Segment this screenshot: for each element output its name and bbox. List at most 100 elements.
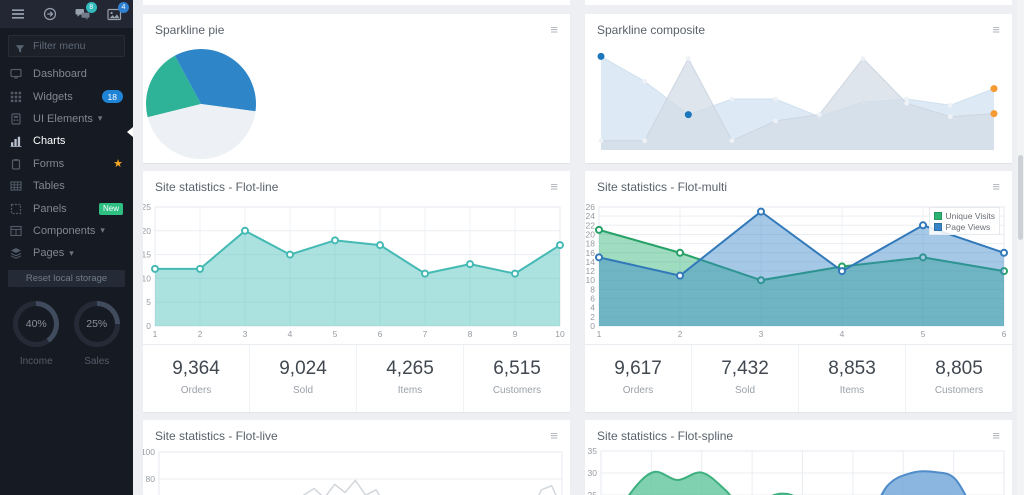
svg-text:5: 5	[146, 297, 151, 307]
svg-text:0: 0	[590, 321, 595, 331]
arrow-circle-icon	[43, 7, 57, 21]
vertical-scrollbar[interactable]	[1017, 0, 1024, 495]
svg-text:20: 20	[586, 229, 596, 239]
panel-menu-icon[interactable]: ≡	[550, 431, 558, 441]
panel-menu-icon[interactable]: ≡	[550, 25, 558, 35]
panel-header: Site statistics - Flot-line ≡	[143, 171, 570, 199]
panel-menu-icon[interactable]: ≡	[550, 182, 558, 192]
sidebar-item-label: Charts	[33, 135, 65, 147]
stat-orders: 9,617 Orders	[585, 345, 691, 412]
panel-header: Site statistics - Flot-spline ≡	[585, 420, 1012, 448]
reset-local-storage-button[interactable]: Reset local storage	[8, 270, 125, 287]
svg-text:12: 12	[586, 266, 596, 276]
svg-text:25: 25	[588, 490, 598, 495]
scrollbar-thumb[interactable]	[1018, 155, 1023, 240]
nav-shortcut-button[interactable]	[40, 6, 60, 22]
panel-flot-line: Site statistics - Flot-line ≡ 0510152025…	[143, 171, 570, 412]
sidebar-gauges: 40% Income 25% Sales	[0, 301, 133, 367]
stat-value: 8,805	[935, 358, 983, 380]
sidebar-item-dashboard[interactable]: Dashboard	[0, 63, 133, 85]
top-navbar: 8 4	[0, 0, 133, 28]
sidebar-item-widgets[interactable]: Widgets 18	[0, 85, 133, 107]
scrolled-panel-remnant	[585, 0, 1012, 5]
legend-entry: Unique Visits	[934, 210, 995, 221]
widgets-count-badge: 18	[102, 90, 123, 103]
sidebar-menu: Dashboard Widgets 18 UI Elements ▾	[0, 63, 133, 265]
flot-live-chart: 100806040	[143, 448, 570, 495]
panel-header: Site statistics - Flot-multi ≡	[585, 171, 1012, 199]
svg-text:4: 4	[590, 303, 595, 313]
stats-row: 9,364 Orders 9,024 Sold 4,265 Items 6,51…	[143, 344, 570, 412]
sales-gauge-ring: 25%	[74, 301, 120, 347]
charts-icon	[10, 135, 24, 147]
stat-label: Customers	[493, 385, 541, 396]
svg-text:6: 6	[378, 329, 383, 339]
svg-text:15: 15	[143, 250, 151, 260]
svg-text:80: 80	[146, 474, 156, 484]
components-icon	[10, 225, 24, 237]
svg-text:8: 8	[590, 284, 595, 294]
sidebar-item-panels[interactable]: Panels New	[0, 197, 133, 219]
sidebar-item-charts[interactable]: Charts	[0, 130, 133, 152]
stat-customers: 6,515 Customers	[463, 345, 570, 412]
panel-menu-icon[interactable]: ≡	[992, 182, 1000, 192]
legend-label: Unique Visits	[946, 211, 995, 221]
svg-text:24: 24	[586, 211, 596, 221]
svg-text:6: 6	[1002, 329, 1007, 339]
sidebar-item-forms[interactable]: Forms ★	[0, 153, 133, 175]
chart-legend: Unique Visits Page Views	[929, 207, 1000, 235]
stat-value: 9,364	[172, 358, 220, 380]
panel-menu-icon[interactable]: ≡	[992, 431, 1000, 441]
svg-text:14: 14	[586, 257, 596, 267]
stat-label: Customers	[935, 385, 983, 396]
sidebar-item-pages[interactable]: Pages ▾	[0, 242, 133, 264]
sidebar-item-label: Panels	[33, 203, 67, 215]
messages-count-badge: 8	[86, 2, 97, 13]
panel-menu-icon[interactable]: ≡	[992, 25, 1000, 35]
panel-title: Site statistics - Flot-line	[155, 180, 278, 194]
svg-text:0: 0	[146, 321, 151, 331]
svg-text:20: 20	[143, 226, 151, 236]
stat-sold: 9,024 Sold	[249, 345, 356, 412]
income-gauge: 40% Income	[13, 301, 59, 367]
svg-text:35: 35	[588, 448, 598, 456]
tables-icon	[10, 180, 24, 192]
panel-title: Site statistics - Flot-multi	[597, 180, 727, 194]
svg-text:4: 4	[288, 329, 293, 339]
stat-orders: 9,364 Orders	[143, 345, 249, 412]
sidebar-item-components[interactable]: Components ▾	[0, 220, 133, 242]
forms-icon	[10, 158, 24, 170]
svg-text:2: 2	[678, 329, 683, 339]
stat-items: 8,853 Items	[798, 345, 905, 412]
stat-items: 4,265 Items	[356, 345, 463, 412]
filter-icon	[15, 41, 25, 59]
app-root: 8 4 Dashboard	[0, 0, 1024, 495]
panel-header: Sparkline pie ≡	[143, 14, 570, 42]
stat-label: Orders	[181, 385, 212, 396]
svg-text:16: 16	[586, 248, 596, 258]
sidebar-item-ui-elements[interactable]: UI Elements ▾	[0, 108, 133, 130]
stat-value: 6,515	[493, 358, 541, 380]
pie-chart	[145, 42, 263, 160]
income-gauge-label: Income	[20, 356, 53, 367]
svg-text:2: 2	[590, 312, 595, 322]
chevron-down-icon: ▾	[100, 225, 105, 236]
widgets-grid-icon	[10, 91, 24, 103]
sidebar-item-tables[interactable]: Tables	[0, 175, 133, 197]
svg-text:10: 10	[555, 329, 565, 339]
sales-gauge-value: 25%	[74, 301, 120, 347]
filter-menu-input[interactable]	[8, 35, 125, 57]
sales-gauge-label: Sales	[84, 356, 109, 367]
stat-label: Items	[840, 385, 864, 396]
stat-value: 9,024	[279, 358, 327, 380]
media-button[interactable]: 4	[105, 6, 125, 22]
messages-button[interactable]: 8	[73, 6, 93, 22]
menu-toggle-button[interactable]	[8, 6, 28, 22]
legend-label: Page Views	[946, 222, 991, 232]
svg-text:5: 5	[333, 329, 338, 339]
svg-text:22: 22	[586, 220, 596, 230]
stat-value: 9,617	[614, 358, 662, 380]
sidebar-item-label: Forms	[33, 158, 64, 170]
sidebar-item-label: Dashboard	[33, 68, 87, 80]
panel-title: Site statistics - Flot-spline	[597, 429, 733, 443]
